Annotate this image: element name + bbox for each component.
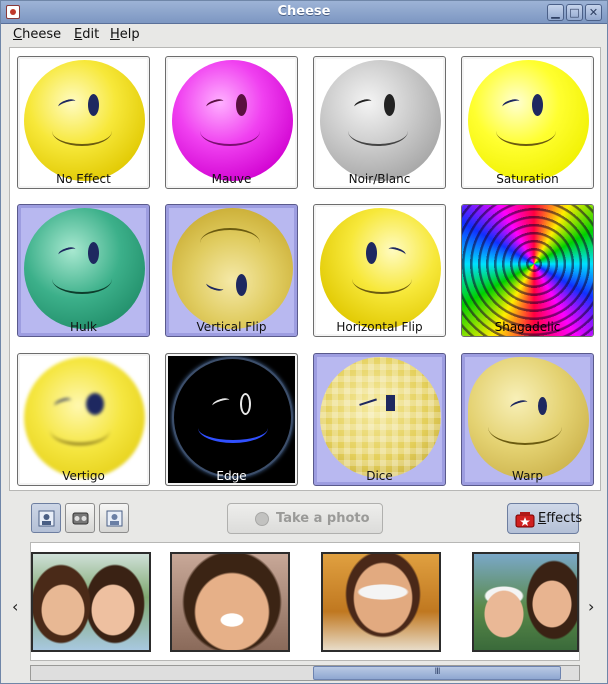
smiley-brow	[57, 245, 77, 259]
smiley-brow	[57, 97, 77, 111]
smiley-brow	[501, 97, 521, 111]
smiley-thumbnail	[172, 60, 293, 181]
effect-noir-blanc[interactable]: Noir/Blanc	[313, 56, 446, 189]
smiley-eye	[366, 242, 377, 264]
smiley-mouth	[488, 409, 562, 445]
record-dot-icon	[255, 512, 269, 526]
photo-mode-button[interactable]	[31, 503, 61, 533]
effect-shagadelic[interactable]: Shagadelic	[461, 204, 594, 337]
thumbnail-scrollbar[interactable]	[30, 665, 580, 681]
psychedelic-rings	[462, 205, 593, 336]
video-mode-icon	[106, 510, 123, 527]
menu-bar: Cheese Edit Help	[1, 24, 607, 46]
photo-thumbnail-strip	[30, 542, 580, 661]
smiley-brow	[353, 97, 373, 111]
effect-vertical-flip[interactable]: Vertical Flip	[165, 204, 298, 337]
effect-label: Hulk	[70, 320, 97, 334]
smiley-thumbnail	[320, 60, 441, 181]
smiley-mouth	[198, 413, 268, 443]
smiley-eye	[86, 393, 104, 415]
burst-mode-icon	[72, 512, 89, 525]
menu-edit[interactable]: Edit	[74, 27, 99, 42]
smiley-thumbnail	[24, 60, 145, 181]
smiley-thumbnail	[320, 208, 441, 329]
smiley-brow	[205, 279, 225, 293]
close-button[interactable]: ✕	[585, 4, 602, 21]
effect-label: Noir/Blanc	[348, 172, 411, 186]
photo-thumbnail[interactable]	[170, 552, 290, 652]
effect-label: Shagadelic	[494, 320, 561, 334]
effect-label: Vertigo	[62, 469, 105, 483]
smiley-brow	[53, 396, 73, 410]
smiley-eye	[236, 274, 247, 296]
effect-label: Vertical Flip	[196, 320, 267, 334]
smiley-eye	[384, 94, 395, 116]
photo-mode-icon	[38, 510, 55, 527]
capture-toolbar: Take a photo Effects	[1, 497, 607, 541]
smiley-mouth	[352, 264, 412, 294]
scroll-left-arrow-icon[interactable]: ‹	[12, 597, 18, 616]
effects-toggle-button[interactable]: Effects	[507, 503, 583, 534]
scroll-right-arrow-icon[interactable]: ›	[588, 597, 594, 616]
smiley-thumbnail	[468, 60, 589, 181]
menu-help[interactable]: Help	[110, 27, 140, 42]
smiley-brow	[387, 245, 407, 259]
minimize-button[interactable]: ▁	[547, 4, 564, 21]
smiley-thumbnail	[468, 357, 589, 478]
effect-horizontal-flip[interactable]: Horizontal Flip	[313, 204, 446, 337]
smiley-mouth	[52, 264, 112, 294]
photo-thumbnail[interactable]	[31, 552, 151, 652]
menu-cheese[interactable]: Cheese	[13, 27, 61, 42]
smiley-mouth	[50, 415, 110, 445]
effect-edge[interactable]: Edge	[165, 353, 298, 486]
smiley-mouth	[496, 116, 556, 146]
smiley-mouth	[200, 228, 260, 258]
smiley-brow	[211, 396, 231, 410]
effect-hulk[interactable]: Hulk	[17, 204, 150, 337]
effect-dice[interactable]: Dice	[313, 353, 446, 486]
effect-label: Saturation	[496, 172, 559, 186]
smiley-thumbnail	[24, 357, 145, 478]
cheese-window: Cheese ▁ □ ✕ Cheese Edit Help No Effect …	[0, 0, 608, 684]
effects-label: Effects	[538, 511, 583, 526]
smiley-thumbnail	[172, 208, 293, 329]
smiley-eye	[386, 395, 395, 411]
effect-label: No Effect	[56, 172, 111, 186]
burst-mode-button[interactable]	[65, 503, 95, 533]
smiley-eye	[240, 393, 251, 415]
effect-label: Warp	[511, 469, 543, 483]
smiley-brow	[205, 97, 225, 111]
take-photo-label: Take a photo	[276, 511, 370, 526]
photo-thumbnail[interactable]	[321, 552, 441, 652]
smiley-thumbnail	[172, 357, 293, 478]
effect-label: Mauve	[211, 172, 252, 186]
smiley-eye	[236, 94, 247, 116]
video-mode-button[interactable]	[99, 503, 129, 533]
title-bar[interactable]: Cheese ▁ □ ✕	[1, 1, 607, 24]
effect-vertigo[interactable]: Vertigo	[17, 353, 150, 486]
effects-icon	[515, 512, 535, 528]
effect-label: Horizontal Flip	[336, 320, 423, 334]
effect-label: Dice	[366, 469, 393, 483]
window-title: Cheese	[277, 4, 331, 19]
effect-mauve[interactable]: Mauve	[165, 56, 298, 189]
smiley-mouth	[200, 116, 260, 146]
smiley-thumbnail	[24, 208, 145, 329]
smiley-mouth	[348, 116, 408, 146]
take-photo-button[interactable]: Take a photo	[227, 503, 383, 534]
maximize-button[interactable]: □	[566, 4, 583, 21]
smiley-eye	[88, 242, 99, 264]
effect-no-effect[interactable]: No Effect	[17, 56, 150, 189]
smiley-eye	[88, 94, 99, 116]
effect-label: Edge	[216, 469, 247, 483]
smiley-brow	[359, 398, 379, 412]
smiley-mouth	[52, 116, 112, 146]
effect-warp[interactable]: Warp	[461, 353, 594, 486]
smiley-eye	[532, 94, 543, 116]
photo-thumbnail[interactable]	[472, 552, 579, 652]
smiley-thumbnail	[320, 357, 441, 478]
effects-grid: No Effect Mauve Noir/Blanc Saturation Hu…	[9, 47, 601, 491]
effect-saturation[interactable]: Saturation	[461, 56, 594, 189]
scrollbar-thumb[interactable]	[313, 666, 561, 680]
